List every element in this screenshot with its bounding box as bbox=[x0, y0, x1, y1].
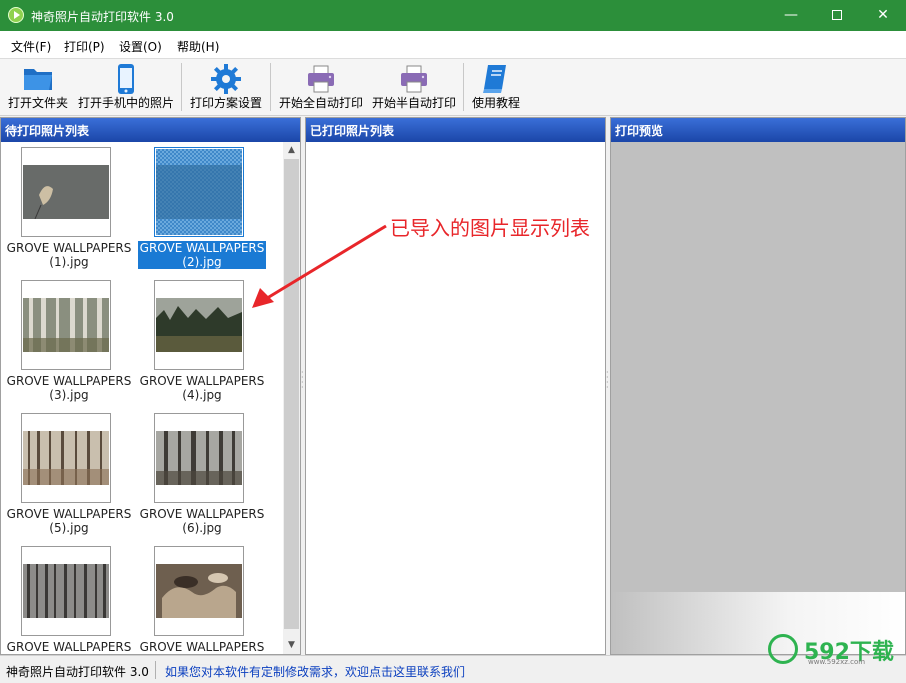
start-semi-auto-print-button[interactable]: 开始半自动打印 bbox=[370, 59, 458, 116]
photo-thumbnail[interactable]: GROVE WALLPAPERS (3).jpg bbox=[5, 278, 133, 406]
photo-filename-line2: (6).jpg bbox=[182, 521, 222, 535]
preview-panel-title: 打印预览 bbox=[611, 118, 905, 142]
pending-photos-list: GROVE WALLPAPERS (1).jpg GROVE WALLPAPER… bbox=[1, 142, 300, 654]
photo-thumbnail[interactable]: GROVE WALLPAPERS (6).jpg bbox=[138, 411, 266, 539]
app-icon bbox=[8, 7, 24, 23]
menu-help[interactable]: 帮助(H) bbox=[177, 38, 219, 55]
maximize-button[interactable] bbox=[814, 0, 860, 31]
photo-thumbnail[interactable]: GROVE WALLPAPERS bbox=[138, 544, 266, 654]
pending-list-scrollbar[interactable]: ▲ ▼ bbox=[283, 142, 300, 654]
open-phone-photos-button[interactable]: 打开手机中的照片 bbox=[76, 59, 176, 116]
watermark-subtext: www.592xz.com bbox=[808, 658, 866, 666]
window-title: 神奇照片自动打印软件 3.0 bbox=[31, 10, 174, 24]
photo-frame bbox=[21, 546, 111, 636]
phone-icon bbox=[118, 64, 134, 94]
photo-filename-line1: GROVE WALLPAPERS bbox=[139, 374, 265, 388]
toolbar: 打开文件夹 打开手机中的照片 打印方案设置 开始全自动打印 开始半自动打印 使用… bbox=[0, 59, 906, 116]
photo-filename: GROVE WALLPAPERS (5).jpg bbox=[5, 507, 133, 535]
photo-filename-line1: GROVE WALLPAPERS bbox=[6, 241, 132, 255]
photo-filename: GROVE WALLPAPERS (3).jpg bbox=[5, 374, 133, 402]
photo-filename-line1: GROVE WALLPAPERS bbox=[6, 507, 132, 521]
menu-bar: 文件(F) 打印(P) 设置(O) 帮助(H) bbox=[0, 31, 906, 59]
photo-frame bbox=[154, 147, 244, 237]
photo-filename-line1: GROVE WALLPAPERS bbox=[139, 640, 265, 654]
printer-icon bbox=[308, 65, 334, 93]
photo-filename-line1: GROVE WALLPAPERS bbox=[6, 640, 132, 654]
minimize-button[interactable]: — bbox=[768, 0, 814, 31]
photo-filename-line1: GROVE WALLPAPERS bbox=[139, 507, 265, 521]
print-preview-panel: 打印预览 bbox=[610, 117, 906, 655]
photo-filename: GROVE WALLPAPERS bbox=[138, 640, 266, 654]
status-app-name: 神奇照片自动打印软件 3.0 bbox=[6, 665, 149, 679]
start-semi-auto-print-label: 开始半自动打印 bbox=[371, 96, 456, 110]
photo-thumbnail[interactable]: GROVE WALLPAPERS bbox=[5, 544, 133, 654]
photo-image bbox=[23, 431, 109, 485]
tutorial-button[interactable]: 使用教程 bbox=[468, 59, 524, 116]
printer-icon bbox=[401, 65, 427, 93]
start-auto-print-label: 开始全自动打印 bbox=[278, 96, 363, 110]
photo-filename-line2: (1).jpg bbox=[49, 255, 89, 269]
photo-filename: GROVE WALLPAPERS (1).jpg bbox=[5, 241, 133, 269]
photo-filename-line2: (5).jpg bbox=[49, 521, 89, 535]
contact-us-link[interactable]: 如果您对本软件有定制修改需求，欢迎点击这里联系我们 bbox=[165, 663, 465, 680]
open-folder-label: 打开文件夹 bbox=[7, 96, 68, 110]
photo-frame bbox=[21, 147, 111, 237]
print-settings-button[interactable]: 打印方案设置 bbox=[187, 59, 265, 116]
photo-frame bbox=[21, 413, 111, 503]
folder-icon bbox=[24, 69, 52, 90]
photo-thumbnail[interactable]: GROVE WALLPAPERS (5).jpg bbox=[5, 411, 133, 539]
tutorial-label: 使用教程 bbox=[471, 96, 520, 110]
photo-frame bbox=[154, 546, 244, 636]
start-auto-print-button[interactable]: 开始全自动打印 bbox=[276, 59, 366, 116]
photo-image bbox=[156, 149, 242, 235]
photo-filename: GROVE WALLPAPERS (6).jpg bbox=[138, 507, 266, 535]
photo-filename-line2: (4).jpg bbox=[182, 388, 222, 402]
photo-filename: GROVE WALLPAPERS (4).jpg bbox=[138, 374, 266, 402]
pending-panel-title: 待打印照片列表 bbox=[1, 118, 300, 142]
photo-image bbox=[156, 564, 242, 618]
printed-panel-title: 已打印照片列表 bbox=[306, 118, 605, 142]
menu-print[interactable]: 打印(P) bbox=[64, 38, 105, 55]
photo-frame bbox=[154, 280, 244, 370]
photo-frame bbox=[154, 413, 244, 503]
photo-image bbox=[156, 298, 242, 352]
scroll-down-arrow-icon[interactable]: ▼ bbox=[283, 637, 300, 654]
maximize-icon bbox=[832, 10, 842, 20]
title-bar: 神奇照片自动打印软件 3.0 — ✕ bbox=[0, 0, 906, 31]
photo-image bbox=[156, 431, 242, 485]
open-phone-label: 打开手机中的照片 bbox=[77, 96, 174, 110]
annotation-text: 已导入的图片显示列表 bbox=[390, 216, 590, 240]
photo-thumbnail[interactable]: GROVE WALLPAPERS (1).jpg bbox=[5, 145, 133, 273]
photo-filename-line2: (3).jpg bbox=[49, 388, 89, 402]
annotation-arrow-icon bbox=[252, 224, 387, 308]
printed-photos-panel: 已打印照片列表 bbox=[305, 117, 606, 655]
toolbar-separator bbox=[270, 63, 271, 111]
open-folder-button[interactable]: 打开文件夹 bbox=[4, 59, 72, 116]
site-watermark: 592下载 www.592xz.com bbox=[768, 630, 898, 670]
photo-image bbox=[23, 564, 109, 618]
gear-icon bbox=[211, 64, 241, 94]
photo-filename-line1: GROVE WALLPAPERS bbox=[6, 374, 132, 388]
toolbar-separator bbox=[463, 63, 464, 111]
book-icon bbox=[483, 65, 506, 93]
scroll-up-arrow-icon[interactable]: ▲ bbox=[283, 142, 300, 159]
close-button[interactable]: ✕ bbox=[860, 0, 906, 31]
print-preview-area bbox=[611, 142, 905, 654]
menu-file[interactable]: 文件(F) bbox=[11, 38, 51, 55]
print-settings-label: 打印方案设置 bbox=[189, 96, 262, 110]
photo-filename: GROVE WALLPAPERS bbox=[5, 640, 133, 654]
photo-frame bbox=[21, 280, 111, 370]
status-divider bbox=[155, 661, 156, 679]
menu-settings[interactable]: 设置(O) bbox=[119, 38, 162, 55]
pending-photos-panel: 待打印照片列表 GROVE WALLPAPERS (1).jpg GROVE W… bbox=[0, 117, 301, 655]
photo-image bbox=[23, 298, 109, 352]
photo-image bbox=[23, 165, 109, 219]
toolbar-separator bbox=[181, 63, 182, 111]
watermark-logo-icon bbox=[768, 634, 798, 664]
